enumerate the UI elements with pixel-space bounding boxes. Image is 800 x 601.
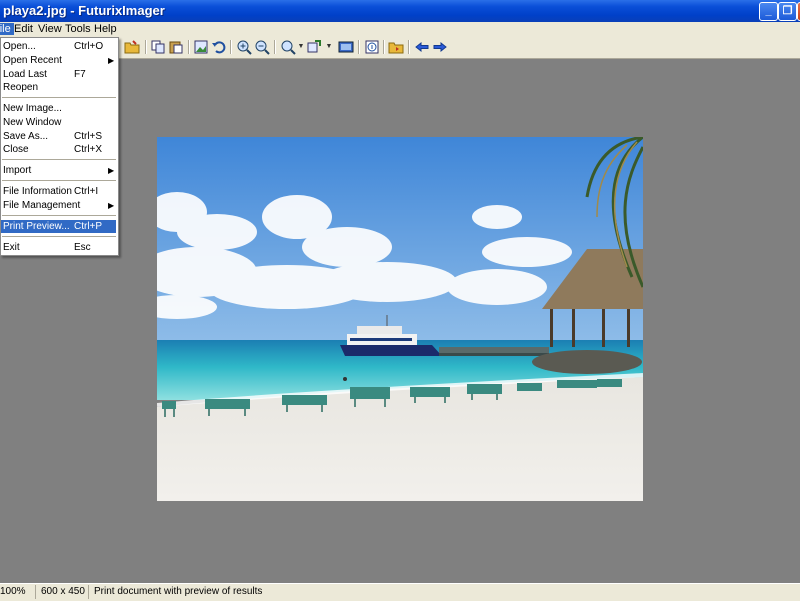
submenu-arrow-icon: ▶ (108, 166, 115, 175)
minimize-button[interactable]: _ (759, 2, 778, 21)
menu-item-import[interactable]: Import ▶ (1, 164, 116, 177)
undo-icon[interactable] (211, 39, 227, 55)
resize-icon[interactable] (306, 39, 322, 55)
status-divider (88, 585, 89, 599)
toolbar-separator (408, 40, 410, 54)
window-title: playa2.jpg - FuturixImager (3, 3, 165, 18)
submenu-arrow-icon: ▶ (108, 201, 115, 210)
status-message: Print document with preview of results (94, 586, 263, 597)
menu-separator (2, 215, 116, 216)
menu-bar: File Edit View Tools Help (0, 22, 800, 37)
menu-item-save-as[interactable]: Save As... Ctrl+S (1, 130, 116, 143)
image-icon[interactable] (193, 39, 209, 55)
menu-edit[interactable]: Edit (11, 23, 36, 35)
toolbar-separator (188, 40, 190, 54)
menu-item-new-window[interactable]: New Window (1, 116, 116, 129)
status-dimensions: 600 x 450 (41, 586, 85, 597)
toolbar-separator (230, 40, 232, 54)
forward-icon[interactable] (432, 39, 448, 55)
paste-icon[interactable] (168, 39, 184, 55)
toolbar-separator (145, 40, 147, 54)
toolbar-separator (358, 40, 360, 54)
back-icon[interactable] (414, 39, 430, 55)
status-zoom: 100% (0, 586, 26, 597)
zoom-in-icon[interactable] (236, 39, 252, 55)
folder-icon[interactable] (388, 39, 404, 55)
menu-item-exit[interactable]: Exit Esc (1, 241, 116, 254)
menu-separator (2, 159, 116, 160)
menu-item-open[interactable]: Open... Ctrl+O (1, 40, 116, 53)
info-icon[interactable] (364, 39, 380, 55)
copy-icon[interactable] (150, 39, 166, 55)
menu-item-open-recent[interactable]: Open Recent ▶ (1, 54, 116, 67)
menu-tools[interactable]: Tools (62, 23, 94, 35)
toolbar-separator (383, 40, 385, 54)
status-bar: 100% 600 x 450 Print document with previ… (0, 583, 800, 601)
open-folder-icon[interactable] (124, 39, 140, 55)
maximize-button[interactable]: ❐ (778, 2, 797, 21)
menu-item-file-information[interactable]: File Information Ctrl+I (1, 185, 116, 198)
file-menu-dropdown: Open... Ctrl+O Open Recent ▶ Load Last F… (0, 37, 119, 256)
menu-item-print-preview[interactable]: Print Preview... Ctrl+P (1, 220, 116, 233)
menu-separator (2, 236, 116, 237)
resize-dropdown-chevron-icon[interactable]: ▼ (321, 39, 337, 55)
toolbar: ▼ ▼ (0, 37, 800, 59)
menu-view[interactable]: View (35, 23, 65, 35)
beach-photo (157, 137, 643, 501)
submenu-arrow-icon: ▶ (108, 56, 115, 65)
menu-item-reopen[interactable]: Reopen (1, 81, 116, 94)
menu-item-close[interactable]: Close Ctrl+X (1, 143, 116, 156)
fullscreen-icon[interactable] (338, 39, 354, 55)
menu-item-new-image[interactable]: New Image... (1, 102, 116, 115)
menu-item-file-management[interactable]: File Management ▶ (1, 199, 116, 212)
menu-item-load-last[interactable]: Load Last F7 (1, 68, 116, 81)
menu-help[interactable]: Help (91, 23, 120, 35)
menu-separator (2, 97, 116, 98)
status-divider (35, 585, 36, 599)
zoom-out-icon[interactable] (254, 39, 270, 55)
title-bar: playa2.jpg - FuturixImager _ ❐ X (0, 0, 800, 22)
toolbar-separator (274, 40, 276, 54)
menu-separator (2, 180, 116, 181)
